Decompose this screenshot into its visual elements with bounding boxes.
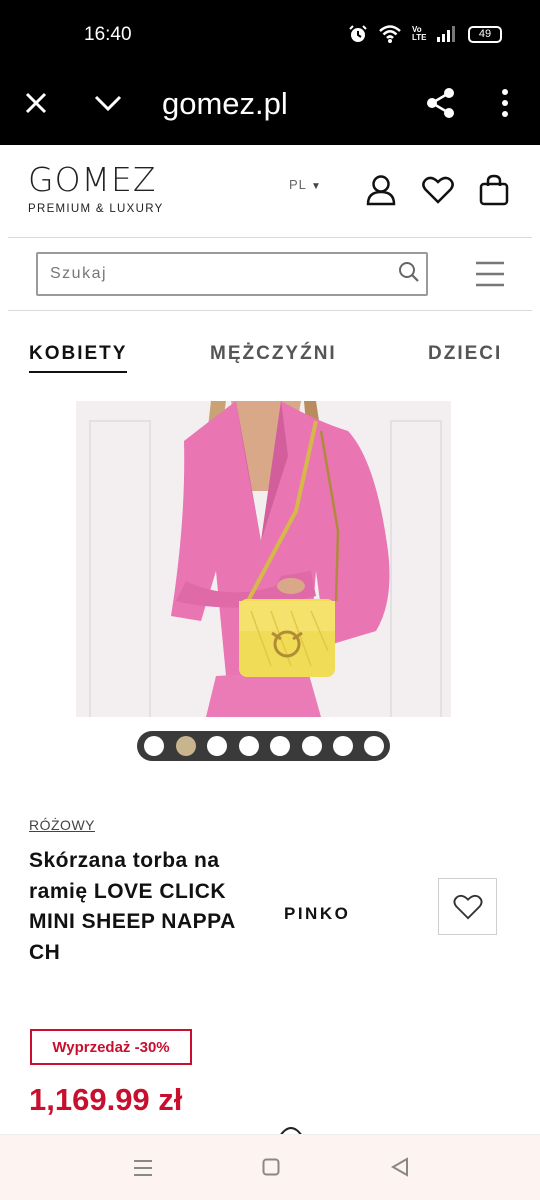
gallery-dot-3[interactable]: [207, 736, 227, 756]
gallery-dot-1[interactable]: [144, 736, 164, 756]
tab-mezczyzni[interactable]: MĘŻCZYŹNI: [210, 343, 337, 365]
battery-icon: 49: [468, 25, 502, 43]
browser-toolbar: gomez.pl: [0, 72, 540, 145]
product-brand[interactable]: PINKO: [284, 904, 350, 924]
site-logo[interactable]: GOMEZ PREMIUM & LUXURY: [28, 160, 164, 215]
sale-badge: Wyprzedaż -30%: [30, 1029, 192, 1065]
heart-outline-icon: [453, 894, 483, 920]
tab-kobiety[interactable]: KOBIETY: [29, 343, 128, 373]
home-icon[interactable]: [262, 1158, 280, 1176]
chevron-down-icon[interactable]: [94, 94, 122, 112]
search-divider: [8, 310, 532, 311]
gallery-dot-6[interactable]: [301, 736, 322, 756]
search-box[interactable]: [36, 252, 428, 296]
product-price: 1,169.99 zł: [29, 1082, 183, 1117]
language-label: PL: [289, 177, 307, 192]
system-nav-bar: [0, 1134, 540, 1200]
hamburger-icon[interactable]: [475, 260, 505, 288]
heart-icon[interactable]: [422, 176, 454, 204]
share-icon[interactable]: [426, 87, 456, 119]
gallery-dot-8[interactable]: [364, 736, 384, 756]
close-icon[interactable]: [24, 91, 48, 115]
caret-down-icon: ▼: [311, 181, 322, 192]
network-label: Vo LTE: [412, 25, 427, 42]
wifi-icon: [379, 25, 401, 43]
gallery-dot-5[interactable]: [270, 736, 290, 756]
product-photo-illustration: [76, 401, 451, 717]
tab-dzieci[interactable]: DZIECI: [428, 343, 502, 365]
gallery-pagination: [137, 731, 390, 761]
battery-level: 49: [478, 28, 492, 40]
language-selector[interactable]: PL ▼: [289, 177, 322, 192]
search-icon[interactable]: [398, 261, 420, 283]
product-color-link[interactable]: RÓŻOWY: [29, 817, 95, 833]
address-bar-url[interactable]: gomez.pl: [162, 86, 288, 122]
logo-wordmark: GOMEZ: [28, 160, 157, 199]
gallery-dot-4[interactable]: [238, 736, 259, 756]
gallery-dot-7[interactable]: [333, 736, 353, 756]
account-icon[interactable]: [366, 174, 396, 206]
product-title: Skórzana torba na ramię LOVE CLICK MINI …: [29, 849, 235, 964]
status-time: 16:40: [84, 24, 132, 45]
recents-icon[interactable]: [133, 1159, 153, 1177]
wishlist-button[interactable]: [438, 878, 497, 935]
logo-tagline: PREMIUM & LUXURY: [28, 203, 164, 215]
gallery-dot-2[interactable]: [175, 736, 196, 756]
header-divider: [8, 237, 532, 238]
back-icon[interactable]: [391, 1157, 409, 1177]
status-bar: 16:40 Vo LTE 49: [0, 0, 540, 72]
product-image[interactable]: [76, 401, 451, 717]
screen: 16:40 Vo LTE 49 gomez.pl GOMEZ PREMIUM &…: [0, 0, 540, 1200]
bag-icon[interactable]: [479, 174, 509, 206]
more-vert-icon[interactable]: [500, 88, 510, 118]
status-icons: Vo LTE 49: [348, 24, 502, 44]
signal-icon: [437, 26, 455, 42]
alarm-icon: [349, 25, 367, 42]
search-input[interactable]: [50, 262, 380, 286]
